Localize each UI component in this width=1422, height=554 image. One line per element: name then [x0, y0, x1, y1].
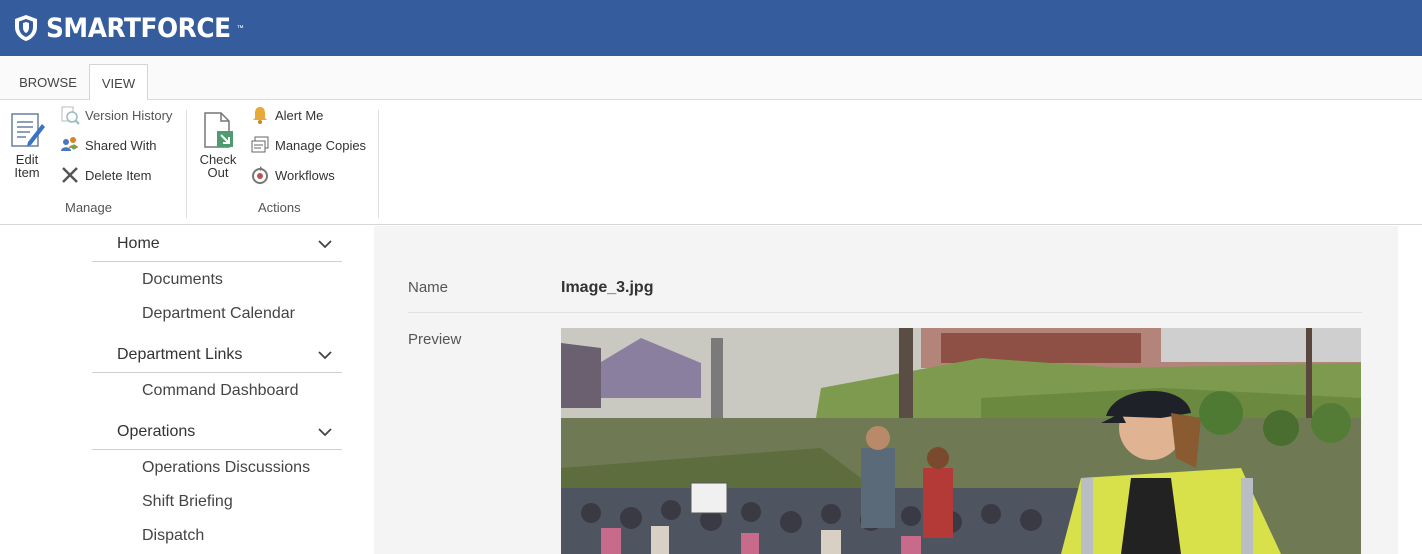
version-history-icon	[61, 106, 80, 125]
bell-icon	[253, 107, 267, 124]
delete-item-button[interactable]: Delete Item	[60, 164, 151, 186]
brand-name: SMARTFORCE	[46, 12, 231, 44]
check-out-label-2: Out	[207, 165, 229, 180]
nav-item-documents[interactable]: Documents	[142, 271, 223, 289]
nav-item-shift-briefing[interactable]: Shift Briefing	[142, 493, 233, 511]
alert-me-label: Alert Me	[275, 107, 324, 123]
name-label: Name	[408, 279, 449, 296]
row-divider	[408, 312, 1362, 313]
suite-bar: SMARTFORCE ™	[0, 0, 1422, 56]
left-navigation: Home Documents Department Calendar Depar…	[0, 226, 374, 554]
actions-group-label: Actions	[258, 200, 301, 215]
nav-header-label: Operations	[117, 422, 196, 440]
workflows-icon	[252, 166, 268, 184]
version-history-button[interactable]: Version History	[60, 104, 172, 126]
workflows-label: Workflows	[275, 167, 335, 183]
edit-item-button[interactable]: Edit Item	[8, 110, 46, 179]
manage-copies-label: Manage Copies	[275, 137, 367, 153]
tab-view[interactable]: VIEW	[89, 64, 148, 101]
brand-logo[interactable]: SMARTFORCE ™	[14, 13, 244, 44]
tab-browse[interactable]: BROWSE	[12, 64, 84, 100]
alert-me-button[interactable]: Alert Me	[250, 104, 323, 126]
nav-header-home[interactable]: Home	[92, 226, 342, 262]
delete-icon	[62, 167, 78, 183]
nav-header-label: Department Links	[117, 345, 243, 363]
nav-item-dispatch[interactable]: Dispatch	[142, 527, 204, 545]
manage-copies-button[interactable]: Manage Copies	[250, 134, 366, 156]
workflows-button[interactable]: Workflows	[250, 164, 335, 186]
shared-with-button[interactable]: Shared With	[60, 134, 157, 156]
edit-item-label-2: Item	[14, 165, 40, 180]
shared-with-label: Shared With	[85, 137, 157, 153]
chevron-down-icon[interactable]	[318, 350, 332, 360]
item-display-form: Name Image_3.jpg Preview	[374, 226, 1398, 554]
nav-header-operations[interactable]: Operations	[92, 414, 342, 450]
ribbon: Edit Item Version History Shared With De…	[0, 100, 1422, 225]
shield-logo-icon	[15, 15, 37, 41]
check-out-button[interactable]: Check Out	[199, 110, 237, 179]
manage-group-label: Manage	[65, 200, 112, 215]
chevron-down-icon[interactable]	[318, 239, 332, 249]
version-history-label: Version History	[85, 107, 173, 123]
ribbon-group-divider	[186, 110, 187, 218]
nav-item-operations-discussions[interactable]: Operations Discussions	[142, 459, 310, 477]
ribbon-tabs: BROWSE VIEW	[0, 56, 1422, 101]
image-preview[interactable]	[561, 328, 1361, 554]
nav-header-label: Home	[117, 234, 160, 252]
check-out-icon	[204, 112, 233, 148]
brand-trademark: ™	[236, 24, 244, 32]
preview-label: Preview	[408, 331, 462, 348]
manage-copies-icon	[251, 136, 269, 153]
edit-document-icon	[11, 113, 45, 147]
shared-with-icon	[61, 137, 78, 151]
delete-item-label: Delete Item	[85, 167, 152, 183]
nav-item-department-calendar[interactable]: Department Calendar	[142, 305, 295, 323]
nav-header-department-links[interactable]: Department Links	[92, 337, 342, 373]
name-value: Image_3.jpg	[561, 279, 654, 296]
ribbon-group-divider	[378, 110, 379, 218]
chevron-down-icon[interactable]	[318, 427, 332, 437]
photo-preview-icon	[561, 328, 1361, 554]
nav-item-command-dashboard[interactable]: Command Dashboard	[142, 382, 299, 400]
